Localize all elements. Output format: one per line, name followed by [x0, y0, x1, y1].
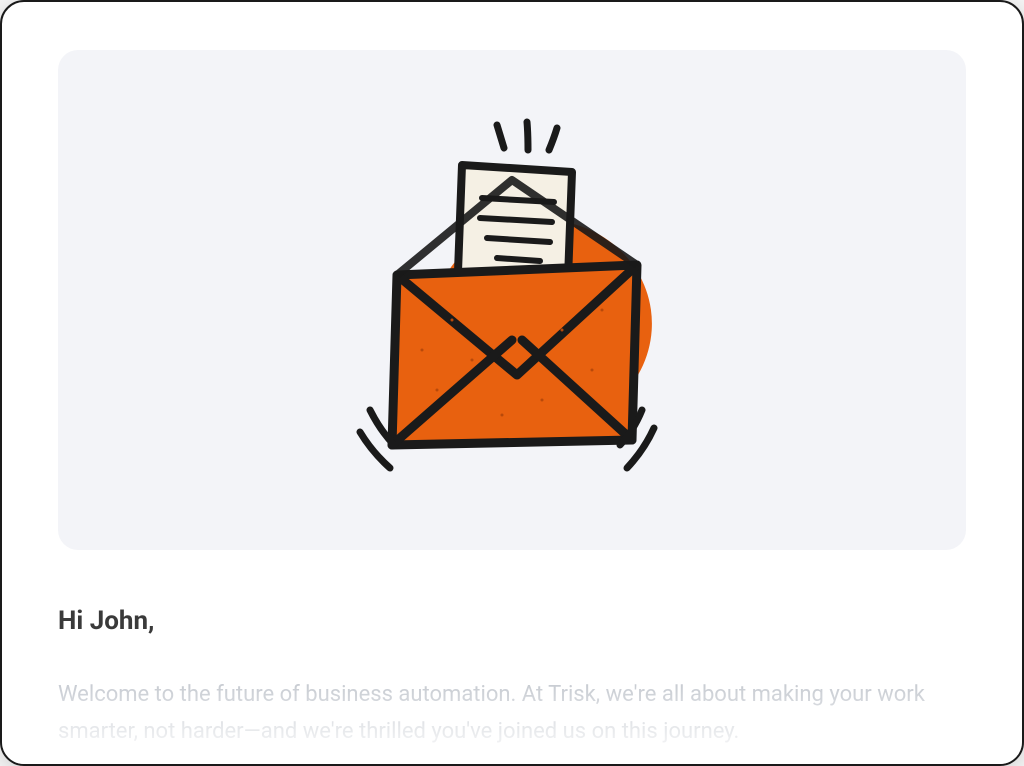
email-card: Hi John, Welcome to the future of busine… [0, 0, 1024, 766]
envelope-icon [342, 110, 682, 490]
email-greeting: Hi John, [58, 606, 966, 636]
email-body-text: Welcome to the future of business automa… [58, 676, 966, 751]
hero-illustration-section [58, 50, 966, 550]
